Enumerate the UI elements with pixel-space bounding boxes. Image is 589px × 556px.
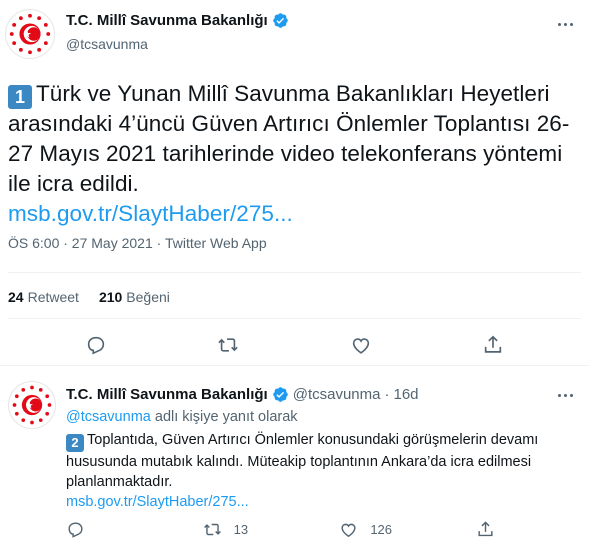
reply-link[interactable]: msb.gov.tr/SlaytHaber/275... — [66, 492, 576, 512]
verified-icon — [272, 13, 288, 28]
display-name[interactable]: T.C. Millî Savunma Bakanlığı — [66, 386, 289, 403]
tweet-text: 1 Türk ve Yunan Millî Savunma Bakanlıklar… — [8, 79, 580, 229]
verified-icon — [272, 387, 288, 402]
like-button[interactable]: 126 — [339, 520, 399, 539]
share-icon — [484, 335, 502, 353]
handle[interactable]: @tcsavunma — [66, 36, 289, 52]
tweet-actions — [0, 330, 589, 360]
number-badge: 2 — [66, 434, 84, 452]
reply-button[interactable] — [79, 330, 113, 360]
retweets-label: Retweet — [27, 289, 79, 305]
more-icon[interactable] — [555, 14, 575, 34]
share-button[interactable] — [476, 330, 510, 360]
reply-tweet[interactable]: T.C. Millî Savunma Bakanlığı @tcsavunma … — [0, 367, 589, 556]
avatar[interactable] — [8, 381, 56, 429]
retweet-button[interactable] — [211, 330, 245, 360]
tweet-meta[interactable]: ÖS 6:00 · 27 May 2021 · Twitter Web App — [8, 235, 267, 251]
divider — [8, 318, 581, 319]
more-icon[interactable] — [555, 385, 575, 405]
reply-actions: 13 126 — [66, 520, 536, 539]
likes-label: Beğeni — [126, 289, 170, 305]
likes-stat[interactable]: 210 Beğeni — [99, 289, 170, 305]
retweet-button[interactable]: 13 — [203, 520, 263, 539]
retweets-count: 24 — [8, 289, 24, 305]
share-button[interactable] — [476, 520, 536, 539]
reply-header: T.C. Millî Savunma Bakanlığı @tcsavunma … — [66, 386, 419, 403]
display-name[interactable]: T.C. Millî Savunma Bakanlığı — [66, 12, 289, 29]
tweet-body: Türk ve Yunan Millî Savunma Bakanlıkları… — [8, 81, 570, 196]
reply-text: 2 Toplantıda, Güven Artırıcı Önlemler kon… — [66, 430, 576, 512]
reply-to-suffix: adlı kişiye yanıt olarak — [154, 409, 298, 425]
reply-to-link[interactable]: @tcsavunma — [66, 409, 151, 425]
reply-icon — [68, 522, 83, 538]
main-tweet: T.C. Millî Savunma Bakanlığı @tcsavunma … — [0, 0, 589, 366]
display-name-text: T.C. Millî Savunma Bakanlığı — [66, 12, 268, 29]
share-icon — [478, 521, 493, 537]
avatar[interactable] — [5, 9, 55, 59]
tweet-age[interactable]: 16d — [393, 386, 418, 403]
handle[interactable]: @tcsavunma — [293, 386, 381, 403]
msb-logo — [11, 384, 53, 426]
reply-to: @tcsavunma adlı kişiye yanıt olarak — [66, 409, 298, 425]
separator: · — [384, 386, 390, 403]
reply-icon — [87, 336, 105, 355]
like-count: 126 — [370, 522, 393, 537]
number-badge: 1 — [8, 85, 32, 109]
display-name-text: T.C. Millî Savunma Bakanlığı — [66, 386, 268, 403]
tweet-link[interactable]: msb.gov.tr/SlaytHaber/275... — [8, 199, 580, 229]
retweet-icon — [203, 523, 221, 536]
retweets-stat[interactable]: 24 Retweet — [8, 289, 79, 305]
like-icon — [352, 338, 369, 354]
msb-logo — [8, 12, 52, 56]
reply-body: Toplantıda, Güven Artırıcı Önlemler konu… — [66, 432, 539, 490]
reply-button[interactable] — [66, 520, 126, 539]
retweet-icon — [218, 338, 239, 352]
retweet-count: 13 — [233, 522, 249, 537]
likes-count: 210 — [98, 289, 123, 305]
like-button[interactable] — [344, 330, 378, 360]
divider — [8, 272, 581, 273]
tweet-stats: 24 Retweet 210 Beğeni — [8, 289, 170, 305]
like-icon — [341, 523, 356, 538]
